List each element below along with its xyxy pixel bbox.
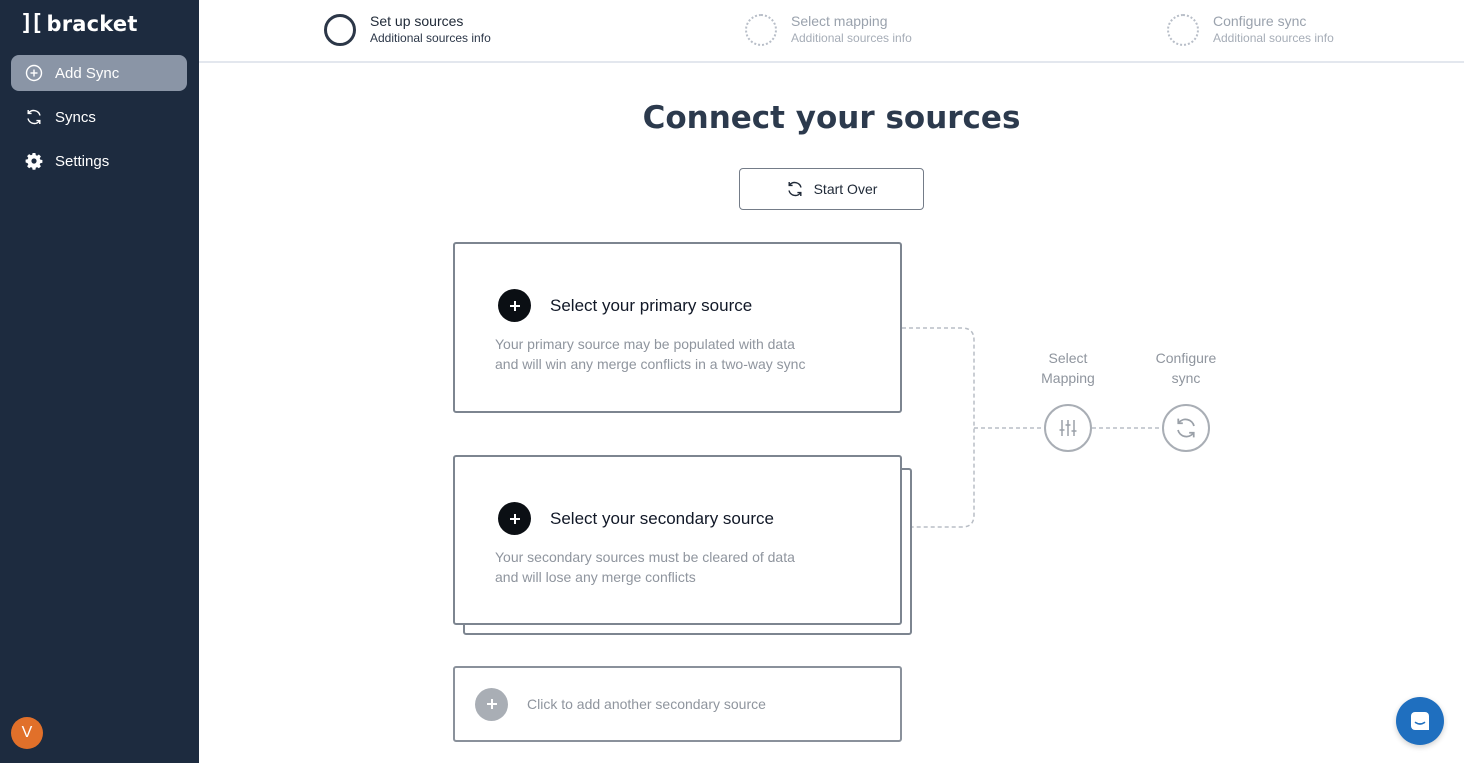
logo-text: bracket	[46, 11, 138, 36]
chat-icon	[1411, 712, 1429, 730]
stepper: Set up sources Additional sources info S…	[199, 0, 1464, 63]
add-secondary-label: Click to add another secondary source	[527, 696, 766, 712]
card-header: Select your secondary source	[498, 502, 774, 535]
card-description-line: Your secondary sources must be cleared o…	[495, 549, 795, 565]
add-secondary-source-button[interactable]: Click to add another secondary source	[453, 666, 902, 742]
step-current-indicator	[324, 14, 356, 46]
flow-label-mapping: Select Mapping	[1028, 348, 1108, 388]
card-title: Select your secondary source	[550, 508, 774, 528]
page-title: Connect your sources	[642, 100, 1021, 136]
step-subtitle: Additional sources info	[791, 31, 912, 45]
plus-icon	[475, 687, 508, 721]
flow-label-line: Configure	[1155, 350, 1217, 366]
primary-source-card[interactable]: Select your primary source Your primary …	[453, 242, 902, 413]
step-title: Select mapping	[791, 13, 888, 29]
logo-mark: ][	[20, 11, 43, 36]
step-title: Configure sync	[1213, 13, 1307, 29]
refresh-icon	[1177, 418, 1195, 438]
refresh-icon	[27, 109, 41, 125]
start-over-label: Start Over	[813, 181, 878, 197]
step-subtitle: Additional sources info	[370, 31, 491, 45]
app-root: ][ bracket Add Sync Syncs Settings V Set…	[0, 0, 1464, 763]
sidebar-item-syncs[interactable]: Syncs	[11, 99, 187, 135]
step-title: Set up sources	[370, 13, 464, 29]
step-configure-sync[interactable]: Configure sync Additional sources info	[1167, 13, 1334, 46]
step-pending-indicator	[1167, 14, 1199, 46]
step-select-mapping[interactable]: Select mapping Additional sources info	[745, 13, 912, 46]
sidebar-item-label: Add Sync	[55, 64, 120, 82]
step-pending-indicator	[745, 14, 777, 46]
plus-icon	[498, 289, 531, 322]
bracket-logo[interactable]: ][ bracket	[20, 11, 138, 36]
card-title: Select your primary source	[550, 295, 753, 315]
card-description: Your secondary sources must be cleared o…	[495, 547, 855, 587]
flow-label-line: Mapping	[1041, 370, 1095, 386]
secondary-source-card[interactable]: Select your secondary source Your second…	[453, 455, 902, 625]
sidebar: ][ bracket Add Sync Syncs Settings V	[0, 0, 199, 763]
sidebar-item-add-sync[interactable]: Add Sync	[11, 55, 187, 91]
flow-node-sync	[1162, 404, 1210, 452]
card-header: Select your primary source	[498, 289, 752, 322]
card-description-line: Your primary source may be populated wit…	[495, 336, 795, 352]
sidebar-item-label: Syncs	[55, 108, 96, 126]
plus-circle-icon	[25, 64, 43, 82]
card-description: Your primary source may be populated wit…	[495, 334, 855, 374]
flow-label-sync: Configure sync	[1146, 348, 1226, 388]
refresh-icon	[787, 181, 802, 197]
step-subtitle: Additional sources info	[1213, 31, 1334, 45]
avatar[interactable]: V	[11, 717, 43, 749]
flow-label-line: Select	[1048, 350, 1088, 366]
flow-label-line: sync	[1171, 370, 1201, 386]
flow-node-mapping	[1044, 404, 1092, 452]
card-description-line: and will lose any merge conflicts	[495, 569, 696, 585]
sliders-icon	[1059, 420, 1077, 436]
chat-launcher-button[interactable]	[1396, 697, 1444, 745]
start-over-button[interactable]: Start Over	[739, 168, 924, 210]
gear-icon	[25, 153, 43, 170]
plus-icon	[498, 502, 531, 535]
step-set-up-sources[interactable]: Set up sources Additional sources info	[324, 13, 491, 46]
sidebar-item-settings[interactable]: Settings	[11, 143, 187, 179]
sidebar-item-label: Settings	[55, 152, 110, 170]
card-description-line: and will win any merge conflicts in a tw…	[495, 356, 806, 372]
